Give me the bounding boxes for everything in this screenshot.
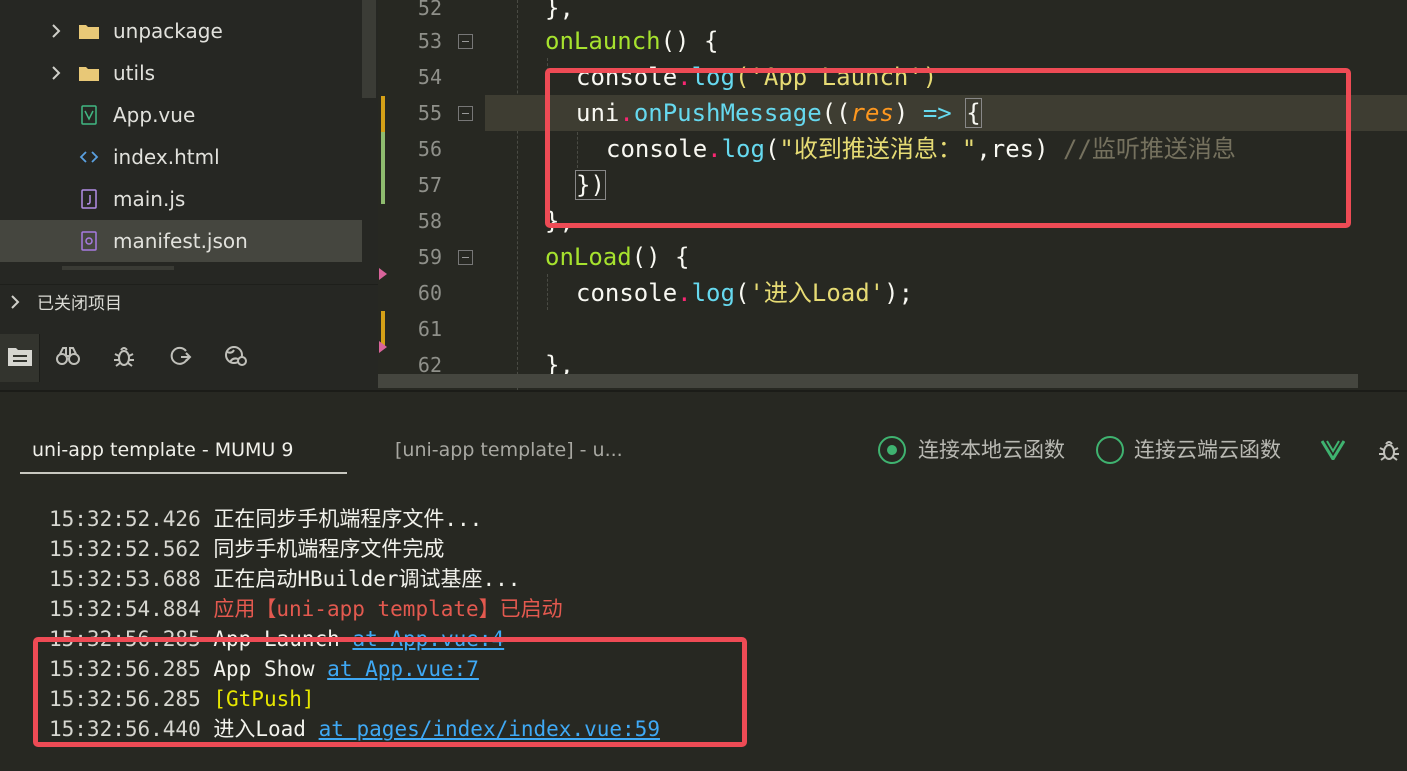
vue-file-icon [78, 94, 100, 136]
sync-icon [168, 345, 192, 371]
tab-search[interactable] [48, 334, 88, 382]
tree-item-label: unpackage [113, 19, 223, 43]
fold-toggle[interactable] [458, 106, 473, 121]
code-line-53: onLaunch() { [545, 27, 719, 55]
tree-item-label: index.html [113, 145, 220, 169]
fold-toggle[interactable] [458, 250, 473, 265]
tree-item-index-html[interactable]: index.html [0, 136, 362, 178]
line-number: 53 [417, 29, 442, 53]
tree-item-label: manifest.json [113, 229, 248, 253]
chevron-right-icon [10, 294, 20, 315]
tab-console-other[interactable]: [uni-app template] - u... [395, 435, 623, 465]
chevron-right-icon [49, 52, 63, 94]
tab-console-mumu[interactable]: uni-app template - MUMU 9 [32, 435, 293, 465]
line-number: 55 [417, 101, 442, 125]
log-line: 15:32:52.562 同步手机端程序文件完成 [49, 537, 445, 561]
closed-projects-section[interactable]: 已关闭项目 [0, 286, 378, 322]
tree-item-main-js[interactable]: main.js [0, 178, 362, 220]
console-panel: uni-app template - MUMU 9 [uni-app templ… [0, 392, 1407, 771]
tree-item-label: App.vue [113, 103, 196, 127]
remote-cloud-label[interactable]: 连接云端云函数 [1134, 434, 1281, 466]
modified-line-marker [381, 96, 385, 132]
tab-debug[interactable] [104, 334, 144, 382]
line-number: 58 [417, 209, 442, 233]
line-number: 61 [417, 317, 442, 341]
tab-sync[interactable] [160, 334, 200, 382]
folder-icon [78, 52, 100, 94]
remote-cloud-radio[interactable] [1096, 436, 1124, 464]
line-number: 57 [417, 173, 442, 197]
binoculars-icon [55, 346, 81, 370]
tab-cloud[interactable] [216, 334, 256, 382]
tree-item-manifest-json[interactable]: manifest.json [0, 220, 362, 262]
sidebar-tab-bar [0, 334, 378, 384]
tree-item-unpackage[interactable]: unpackage [0, 10, 362, 52]
vue-devtools-icon[interactable] [1320, 436, 1346, 464]
divider [0, 284, 378, 285]
sidebar-horizontal-scrollbar[interactable] [62, 266, 174, 270]
folder-icon [78, 10, 100, 52]
annotation-box-code [545, 68, 1351, 228]
bug-icon [113, 345, 135, 371]
debug-bug-icon[interactable] [1376, 436, 1402, 464]
closed-projects-label: 已关闭项目 [37, 294, 122, 314]
line-number: 60 [417, 281, 442, 305]
log-line: 15:32:54.884 应用【uni-app template】已启动 [49, 597, 563, 621]
local-cloud-label[interactable]: 连接本地云函数 [918, 434, 1065, 466]
log-line: 15:32:53.688 正在启动HBuilder调试基座... [49, 567, 521, 591]
js-file-icon [78, 178, 100, 220]
chevron-right-icon [49, 10, 63, 52]
tree-item-label: utils [113, 61, 156, 85]
globe-icon [224, 345, 248, 371]
code-line-60: console.log('进入Load'); [576, 279, 914, 307]
tree-item-utils[interactable]: utils [0, 52, 362, 94]
editor-horizontal-scrollbar[interactable] [378, 374, 1358, 388]
added-line-marker [381, 132, 385, 204]
line-number: 59 [417, 245, 442, 269]
code-line-59: onLoad() { [545, 243, 690, 271]
json-file-icon [78, 220, 100, 262]
sidebar-scrollbar[interactable] [362, 0, 376, 98]
project-explorer: unpackage utils App.vue index.html main.… [0, 0, 378, 390]
html-code-icon [78, 136, 100, 178]
log-line: 15:32:52.426 正在同步手机端程序文件... [49, 507, 483, 531]
tree-item-app-vue[interactable]: App.vue [0, 94, 362, 136]
fold-toggle[interactable] [458, 34, 473, 49]
active-tab-indicator [20, 472, 347, 474]
tree-item-label: main.js [113, 187, 186, 211]
tab-files[interactable] [0, 334, 40, 382]
line-number: 56 [417, 137, 442, 161]
local-cloud-radio[interactable] [878, 436, 906, 464]
files-icon [7, 345, 33, 371]
annotation-box-console [33, 637, 747, 747]
line-number: 54 [417, 65, 442, 89]
